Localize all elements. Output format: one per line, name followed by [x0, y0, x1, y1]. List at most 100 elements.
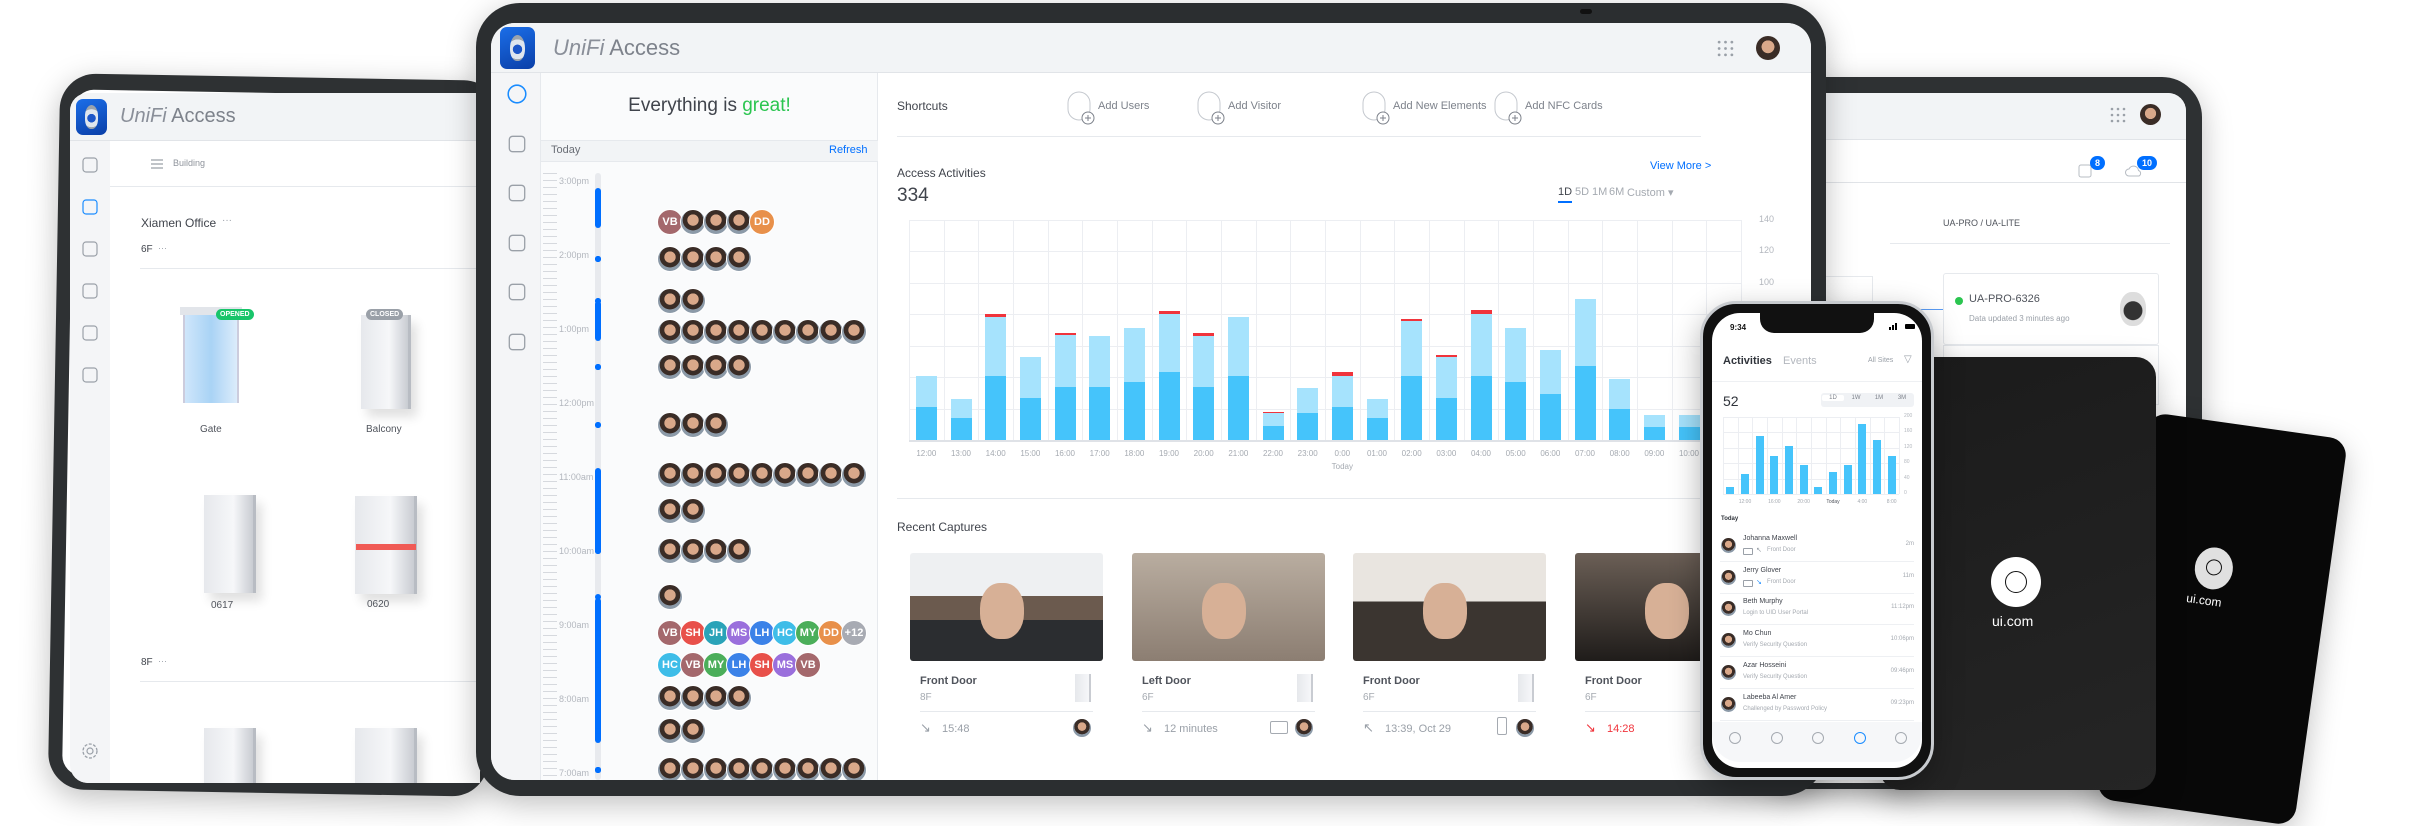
stats-icon[interactable]	[80, 365, 100, 385]
avatar-photo[interactable]	[703, 412, 729, 438]
door-access-icon[interactable]	[80, 281, 100, 301]
avatar-photo[interactable]	[726, 538, 752, 564]
chart-bar-primary[interactable]	[1158, 372, 1180, 440]
chart-bar[interactable]	[1770, 455, 1779, 494]
chart-bar-primary[interactable]	[1123, 381, 1145, 440]
chart-bar-secondary[interactable]	[1297, 388, 1319, 414]
chart-bar-primary[interactable]	[1297, 413, 1319, 440]
visitor-icon[interactable]	[506, 281, 528, 303]
floor-more-button[interactable]: ···	[158, 243, 167, 253]
dashboard-icon[interactable]	[506, 83, 528, 105]
range-1m[interactable]: 1M	[1592, 186, 1607, 198]
chart-bar[interactable]	[1814, 487, 1823, 494]
gear-icon[interactable]	[80, 741, 100, 761]
chart-bar-primary[interactable]	[1678, 427, 1700, 440]
chart-bar-secondary[interactable]	[1158, 314, 1180, 373]
avatar[interactable]	[2140, 104, 2161, 125]
chart-bar[interactable]	[1858, 423, 1867, 494]
apps-grid-icon[interactable]	[2110, 107, 2126, 123]
chart-bar-secondary[interactable]	[1123, 328, 1145, 382]
map-pin-icon[interactable]	[80, 197, 100, 217]
avatar-photo[interactable]	[726, 246, 752, 272]
avatar-photo[interactable]	[680, 718, 706, 744]
chart-bar-secondary[interactable]	[1470, 314, 1492, 376]
avatar-photo[interactable]	[841, 319, 867, 345]
chart-bar-secondary[interactable]	[1574, 298, 1596, 367]
chart-bar-primary[interactable]	[1401, 375, 1423, 440]
range-1w[interactable]: 1W	[1845, 395, 1867, 401]
chart-bar-denied[interactable]	[1262, 411, 1284, 414]
chart-bar-secondary[interactable]	[1643, 414, 1665, 428]
chart-bar-secondary[interactable]	[1539, 350, 1561, 395]
event-row[interactable]: Jerry Glover ↘ Front Door 11m	[1720, 562, 1914, 594]
nav-stats-icon[interactable]	[1853, 731, 1867, 745]
chart-bar-primary[interactable]	[1435, 397, 1457, 440]
chart-bar[interactable]	[1740, 473, 1749, 494]
timeline-ruler[interactable]	[543, 173, 557, 780]
site-filter[interactable]: All Sites	[1868, 357, 1893, 364]
chart-bar-secondary[interactable]	[1331, 375, 1353, 407]
chart-bar-secondary[interactable]	[1435, 356, 1457, 398]
avatar-photo[interactable]	[726, 354, 752, 380]
capture-avatar[interactable]	[1072, 718, 1092, 738]
chart-bar-primary[interactable]	[1539, 394, 1561, 440]
user-avatar[interactable]	[1756, 36, 1780, 60]
chart-bar[interactable]	[1755, 435, 1764, 494]
activity-marker[interactable]	[595, 301, 601, 341]
event-row[interactable]: Beth Murphy Login to UID User Portal 11:12…	[1720, 593, 1914, 626]
double-door-icon[interactable]	[355, 728, 417, 783]
avatar-photo[interactable]	[841, 757, 867, 780]
chart-bar-denied[interactable]	[1401, 319, 1423, 321]
chart-bar-secondary[interactable]	[1401, 320, 1423, 376]
event-row[interactable]: Mo Chun Verify Security Question 10:06pm	[1720, 625, 1914, 658]
chart-bar[interactable]	[1784, 445, 1793, 494]
door-access-icon[interactable]	[506, 182, 528, 204]
range-1d[interactable]: 1D	[1822, 395, 1844, 401]
chart-bar-secondary[interactable]	[1609, 378, 1631, 409]
chart-bar-secondary[interactable]	[1262, 413, 1284, 426]
building-filter[interactable]: Building	[173, 158, 205, 168]
chart-bar-secondary[interactable]	[1227, 317, 1249, 376]
filter-icon[interactable]	[150, 157, 164, 171]
refresh-button[interactable]: Refresh	[829, 144, 868, 156]
range-1d[interactable]: 1D	[1558, 186, 1573, 203]
chart-bar-primary[interactable]	[1609, 408, 1631, 440]
chart-bar-secondary[interactable]	[1366, 399, 1388, 418]
door-icon[interactable]	[506, 133, 528, 155]
capture-photo[interactable]	[1353, 553, 1546, 661]
tab-events[interactable]: Events	[1783, 355, 1817, 367]
apps-grid-icon[interactable]	[1717, 40, 1734, 57]
avatar-initials[interactable]: +12	[841, 620, 867, 646]
site-more-button[interactable]: ···	[222, 215, 232, 226]
range-custom[interactable]: Custom ▾	[1627, 186, 1673, 199]
chart-bar-primary[interactable]	[1019, 397, 1041, 440]
shortcut-add-nfc-cards[interactable]: Add NFC Cards	[1493, 91, 1663, 125]
tab-activities[interactable]: Activities	[1723, 355, 1772, 367]
event-row[interactable]: Johanna Maxwell ↖ Front Door 2m	[1720, 530, 1914, 562]
calendar-icon[interactable]	[80, 323, 100, 343]
avatar-photo[interactable]	[680, 498, 706, 524]
chart-bar-primary[interactable]	[915, 407, 937, 440]
chart-bar-primary[interactable]	[1366, 418, 1388, 440]
avatar-photo[interactable]	[680, 288, 706, 314]
users-icon[interactable]	[80, 239, 100, 259]
chart-bar-primary[interactable]	[1470, 375, 1492, 440]
avatar-photo[interactable]	[657, 584, 683, 610]
chart-bar[interactable]	[1726, 487, 1735, 494]
chart-bar-secondary[interactable]	[950, 399, 972, 418]
avatar-photo[interactable]	[726, 685, 752, 711]
chart-bar-primary[interactable]	[1574, 366, 1596, 440]
nav-dashboard-icon[interactable]	[1728, 731, 1742, 745]
capture-card[interactable]: Front Door 6F ↖ 13:39, Oct 29	[1353, 553, 1546, 753]
event-row[interactable]: Labeeba Al Amer Challenged by Password Po…	[1720, 689, 1914, 721]
chart-bar-denied[interactable]	[1470, 309, 1492, 315]
chart-bar-secondary[interactable]	[1193, 336, 1215, 387]
chart-bar-primary[interactable]	[1227, 375, 1249, 440]
range-3m[interactable]: 3M	[1891, 395, 1913, 401]
capture-avatar[interactable]	[1515, 718, 1535, 738]
shortcut-add-visitor[interactable]: Add Visitor	[1196, 91, 1366, 125]
capture-avatar[interactable]	[1294, 718, 1314, 738]
chart-bar[interactable]	[1799, 464, 1808, 494]
nav-gear-icon[interactable]	[1894, 731, 1908, 745]
chart-bar[interactable]	[1887, 455, 1896, 494]
